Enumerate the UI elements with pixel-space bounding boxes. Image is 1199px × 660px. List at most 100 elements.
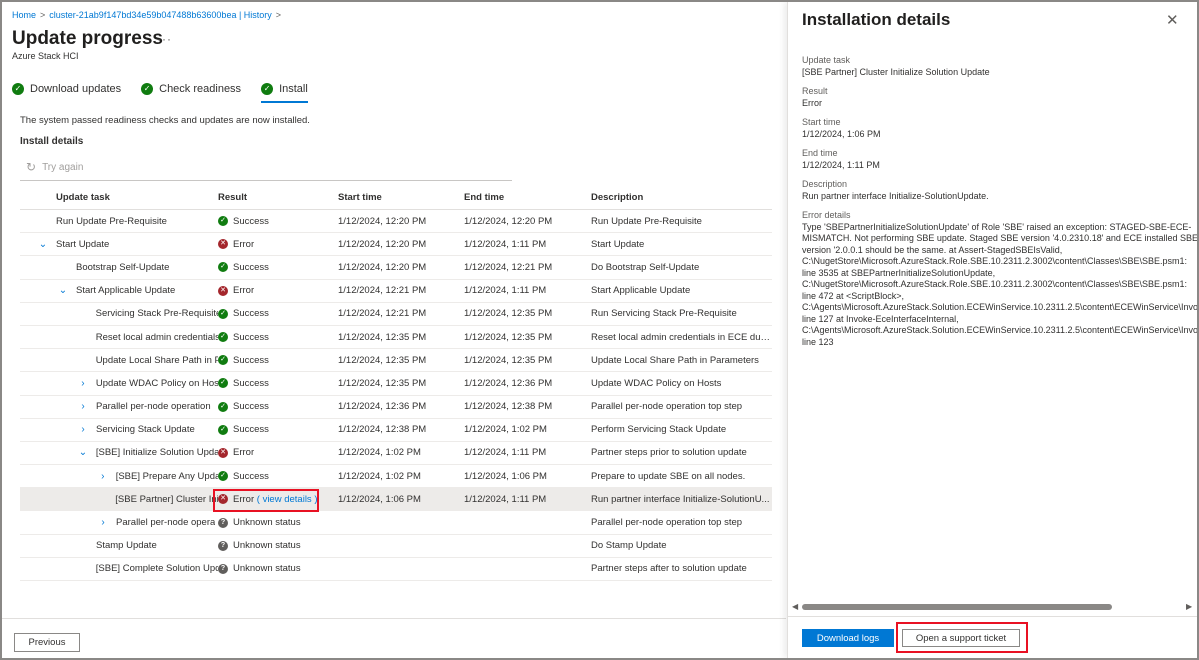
end-time: 1/12/2024, 12:21 PM <box>464 261 553 273</box>
check-circle-icon: ✓ <box>12 83 24 95</box>
success-icon: ✓ <box>218 262 228 273</box>
table-row[interactable]: › [SBE] Prepare Any Upda ✓ Success 1/12/20… <box>20 465 772 489</box>
error-icon: ✕ <box>218 285 228 296</box>
description: Run Servicing Stack Pre-Requisite <box>591 308 737 320</box>
chevron-right-icon[interactable]: › <box>96 517 110 528</box>
table-row[interactable]: ›Bootstrap Self-Update ✓Success 1/12/202… <box>20 256 772 280</box>
table-row[interactable]: ›Reset local admin credentials ✓Success … <box>20 326 772 350</box>
success-icon: ✓ <box>218 216 228 227</box>
chevron-right-icon[interactable]: › <box>76 378 90 389</box>
table-row-selected[interactable]: ›[SBE Partner] Cluster Initi ✕Error ( vi… <box>20 488 772 512</box>
column-header-end: End time <box>464 192 505 203</box>
result-text: Success <box>233 470 269 482</box>
column-header-description: Description <box>591 192 644 203</box>
update-progress-pane: Home > cluster-21ab9f147bd34e59b047488b636… <box>2 2 786 658</box>
install-details-table: Update task Result Start time End time D… <box>20 186 772 581</box>
task-name: Stamp Update <box>96 540 157 552</box>
field-end-time: End time 1/12/2024, 1:11 PM <box>802 148 1197 171</box>
chevron-down-icon[interactable]: ⌄ <box>56 285 70 296</box>
table-row[interactable]: ›Run Update Pre-Requisite ✓Success 1/12/… <box>20 210 772 234</box>
result-text: Unknown status <box>233 540 301 552</box>
result-text: Unknown status <box>233 517 301 529</box>
table-row[interactable]: ›Stamp Update ?Unknown status Do Stamp U… <box>20 535 772 558</box>
success-icon: ✓ <box>218 355 228 366</box>
breadcrumb-cluster-history[interactable]: cluster-21ab9f147bd34e59b047488b63600bea… <box>49 10 272 20</box>
step-check-readiness[interactable]: ✓ Check readiness <box>141 78 241 100</box>
error-highlight-box <box>213 489 319 512</box>
start-time: 1/12/2024, 12:36 PM <box>338 401 427 413</box>
task-name: Servicing Stack Update <box>96 424 195 436</box>
table-row[interactable]: ⌄ [SBE] Initialize Solution Upda ✕ Error 1… <box>20 442 772 466</box>
task-name: [SBE Partner] Cluster Initi <box>115 493 218 505</box>
try-again-button[interactable]: ↻ Try again <box>26 160 83 174</box>
table-row[interactable]: › Parallel per-node opera ? Unknown status… <box>20 511 772 535</box>
task-name: Parallel per-node operation <box>96 401 211 413</box>
field-result: Result Error <box>802 86 1197 109</box>
chevron-right-icon[interactable]: › <box>96 471 110 482</box>
start-time: 1/12/2024, 1:06 PM <box>338 493 421 505</box>
chevron-down-icon[interactable]: ⌄ <box>76 447 90 458</box>
chevron-right-icon[interactable]: › <box>76 401 90 412</box>
description: Start Update <box>591 238 645 250</box>
field-label: Start time <box>802 117 841 127</box>
success-icon: ✓ <box>218 378 228 389</box>
description: Partner steps prior to solution update <box>591 447 747 459</box>
table-row[interactable]: ›Servicing Stack Pre-Requisite ✓Success … <box>20 303 772 326</box>
table-row[interactable]: ⌄ Start Update ✕ Error 1/12/2024, 12:20 PM… <box>20 233 772 257</box>
end-time: 1/12/2024, 1:11 PM <box>464 238 547 250</box>
description: Run Update Pre-Requisite <box>591 215 702 227</box>
panel-title: Installation details <box>802 10 951 29</box>
step-install[interactable]: ✓ Install <box>261 78 308 103</box>
table-row[interactable]: › Update WDAC Policy on Hos ✓ Success 1/12… <box>20 372 772 396</box>
result-text: Success <box>233 215 269 227</box>
chevron-right-icon[interactable]: › <box>76 424 90 435</box>
column-header-start: Start time <box>338 192 382 203</box>
breadcrumb-home[interactable]: Home <box>12 10 36 20</box>
result-text: Error <box>233 447 255 459</box>
end-time: 1/12/2024, 12:35 PM <box>464 354 553 366</box>
scroll-right-icon[interactable]: ▶ <box>1186 602 1192 611</box>
more-options-icon[interactable]: ··· <box>157 32 172 46</box>
step-download-updates[interactable]: ✓ Download updates <box>12 78 121 100</box>
installation-details-panel: Installation details ✕ Update task [SBE … <box>787 2 1199 658</box>
result-text: Success <box>233 261 269 273</box>
description: Run partner interface Initialize-Solutio… <box>591 493 770 505</box>
table-row[interactable]: ›[SBE] Complete Solution Upc ?Unknown st… <box>20 558 772 581</box>
end-time: 1/12/2024, 12:35 PM <box>464 308 553 320</box>
table-row[interactable]: › Parallel per-node operation ✓ Success 1/… <box>20 396 772 419</box>
result-text: Success <box>233 424 269 436</box>
table-row[interactable]: ›Update Local Share Path in P ✓Success 1… <box>20 349 772 373</box>
field-value: Run partner interface Initialize-Solutio… <box>802 190 989 201</box>
description: Parallel per-node operation top step <box>591 401 743 413</box>
description: Update WDAC Policy on Hosts <box>591 377 722 389</box>
field-label: Description <box>802 179 848 189</box>
error-details-text: Type 'SBEPartnerInitializeSolutionUpdate… <box>802 221 1199 347</box>
scroll-left-icon[interactable]: ◀ <box>792 602 798 611</box>
download-logs-button[interactable]: Download logs <box>802 629 894 647</box>
try-again-label: Try again <box>42 161 84 173</box>
page-subtitle: Azure Stack HCI <box>12 51 79 61</box>
result-text: Success <box>233 331 269 343</box>
success-icon: ✓ <box>218 424 228 435</box>
result-text: Unknown status <box>233 563 301 575</box>
error-icon: ✕ <box>218 447 228 458</box>
end-time: 1/12/2024, 12:35 PM <box>464 331 553 343</box>
start-time: 1/12/2024, 12:35 PM <box>338 354 427 366</box>
end-time: 1/12/2024, 1:06 PM <box>464 470 547 482</box>
field-value: Error <box>802 97 822 108</box>
table-row[interactable]: › Servicing Stack Update ✓ Success 1/12/20… <box>20 419 772 442</box>
table-row[interactable]: ⌄ Start Applicable Update ✕ Error 1/12/202… <box>20 280 772 303</box>
chevron-right-icon: > <box>40 10 46 20</box>
scrollbar-thumb[interactable] <box>802 604 1112 610</box>
previous-button[interactable]: Previous <box>14 633 80 652</box>
success-icon: ✓ <box>218 332 228 343</box>
close-icon[interactable]: ✕ <box>1166 11 1179 29</box>
support-ticket-highlight-box <box>896 622 1028 653</box>
result-text: Success <box>233 354 269 366</box>
field-label: Result <box>802 86 828 96</box>
description: Do Stamp Update <box>591 540 667 552</box>
check-circle-icon: ✓ <box>141 83 154 95</box>
task-name: Run Update Pre-Requisite <box>56 215 167 227</box>
chevron-down-icon[interactable]: ⌄ <box>36 239 50 250</box>
field-error-details: Error details Type 'SBEPartnerInitialize… <box>802 210 1199 348</box>
